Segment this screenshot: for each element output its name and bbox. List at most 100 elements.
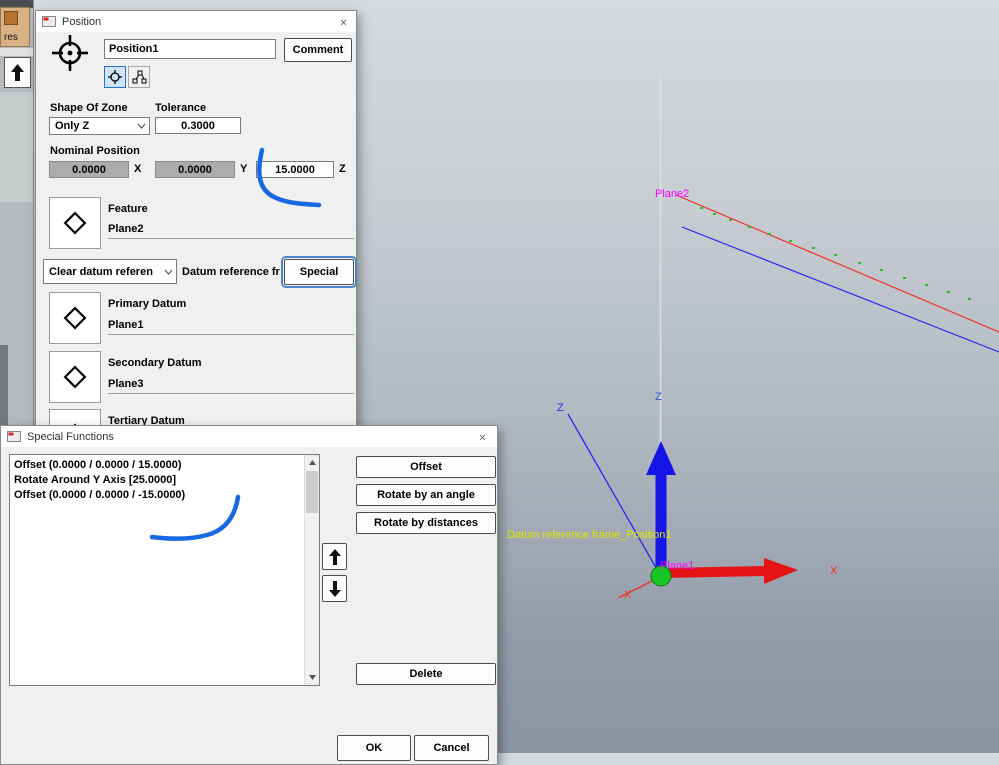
position-mode-toggle[interactable]	[104, 66, 126, 88]
chevron-down-icon	[137, 123, 146, 129]
list-item[interactable]: Rotate Around Y Axis [25.0000]	[10, 473, 319, 488]
comment-button-label: Comment	[293, 44, 344, 56]
delete-button[interactable]: Delete	[356, 663, 496, 685]
nominal-x-input[interactable]: 0.0000	[49, 161, 129, 178]
features-toolbar-tab[interactable]: res	[0, 7, 30, 47]
feature-selector-box[interactable]	[49, 197, 101, 249]
special-button[interactable]: Special	[284, 259, 354, 285]
position-close-button[interactable]	[335, 14, 352, 30]
secondary-datum-label: Secondary Datum	[108, 357, 202, 369]
nominal-x-value: 0.0000	[72, 164, 106, 176]
rotate-by-distances-label: Rotate by distances	[374, 517, 478, 529]
nominal-z-input[interactable]: 15.0000	[256, 161, 334, 178]
chevron-down-icon	[164, 269, 173, 275]
delete-button-label: Delete	[409, 668, 442, 680]
axis-y-label: Y	[240, 163, 247, 175]
plane-edge-blue-line	[682, 227, 999, 352]
z-axis-arrow-head	[646, 441, 676, 475]
position-dialog-title: Position	[62, 16, 101, 28]
primary-datum-selector-box[interactable]	[49, 292, 101, 344]
list-item[interactable]: Offset (0.0000 / 0.0000 / -15.0000)	[10, 488, 319, 503]
plane-diamond-icon	[60, 208, 90, 238]
position-dialog-titlebar[interactable]: Position	[36, 11, 356, 32]
features-tab-label: res	[4, 32, 18, 43]
rotate-by-angle-label: Rotate by an angle	[377, 489, 475, 501]
move-item-up-button[interactable]	[322, 543, 347, 570]
scrollbar-up-button[interactable]	[305, 455, 319, 470]
datum-z-axis-line	[568, 414, 659, 573]
primary-datum-value[interactable]: Plane1	[108, 319, 354, 335]
up-arrow-icon	[11, 64, 24, 81]
scrollbar-thumb[interactable]	[306, 471, 318, 513]
nominal-y-input[interactable]: 0.0000	[155, 161, 235, 178]
datum-reference-dropdown-value: Clear datum referen	[49, 266, 153, 278]
mode-toggle-group	[104, 66, 150, 88]
rotate-by-distances-button[interactable]: Rotate by distances	[356, 512, 496, 534]
special-functions-dialog: Special Functions Offset (0.0000 / 0.000…	[0, 425, 498, 765]
special-button-label: Special	[300, 266, 339, 278]
tolerance-input[interactable]: 0.3000	[155, 117, 241, 134]
up-arrow-icon	[329, 549, 341, 565]
plane-top-label: Plane2	[655, 188, 689, 200]
secondary-datum-value[interactable]: Plane3	[108, 378, 354, 394]
x-axis-label-left: X	[624, 589, 632, 601]
nominal-z-value: 15.0000	[275, 164, 315, 176]
offset-button-label: Offset	[410, 461, 442, 473]
rotate-by-angle-button[interactable]: Rotate by an angle	[356, 484, 496, 506]
nominal-position-label: Nominal Position	[50, 145, 140, 157]
position-dialog: Position Position1 Comment	[35, 10, 357, 480]
secondary-datum-selector-box[interactable]	[49, 351, 101, 403]
triangle-up-icon	[309, 460, 316, 465]
rail-divider	[0, 48, 33, 56]
point-pattern-icon	[132, 70, 147, 84]
triangle-down-icon	[309, 675, 316, 680]
list-item[interactable]: Offset (0.0000 / 0.0000 / 15.0000)	[10, 455, 319, 473]
feature-name-value: Position1	[109, 43, 159, 55]
crosshair-mode-icon	[108, 70, 122, 84]
close-icon	[480, 433, 485, 442]
x-axis-arrow-head	[764, 558, 798, 584]
x-axis-label-right: X	[830, 565, 838, 577]
offset-button[interactable]: Offset	[356, 456, 496, 478]
app-window-icon	[42, 16, 56, 27]
datum-reference-dropdown[interactable]: Clear datum referen	[43, 259, 177, 284]
plane-diamond-icon	[60, 362, 90, 392]
pattern-mode-toggle[interactable]	[128, 66, 150, 88]
special-functions-close-button[interactable]	[474, 429, 491, 445]
datum-reference-frame-label: Datum reference fr	[182, 266, 282, 278]
app-window-icon	[7, 431, 21, 442]
plane-origin-label: Plane1	[660, 560, 694, 572]
shape-of-zone-dropdown[interactable]: Only Z	[49, 117, 150, 135]
feature-value[interactable]: Plane2	[108, 223, 354, 239]
transformation-listbox[interactable]: Offset (0.0000 / 0.0000 / 15.0000) Rotat…	[9, 454, 320, 686]
shape-of-zone-label: Shape Of Zone	[50, 102, 128, 114]
primary-datum-label: Primary Datum	[108, 298, 186, 310]
cancel-button-label: Cancel	[433, 742, 469, 754]
plane-edge-red-line	[676, 195, 999, 332]
listbox-scrollbar[interactable]	[304, 455, 319, 685]
down-arrow-icon	[329, 581, 341, 597]
axis-z-label: Z	[339, 163, 346, 175]
special-functions-title: Special Functions	[27, 431, 114, 443]
rail-panel-segment	[0, 92, 33, 202]
nominal-y-value: 0.0000	[178, 164, 212, 176]
cancel-button[interactable]: Cancel	[414, 735, 489, 761]
scroll-up-button[interactable]	[4, 57, 31, 88]
z-axis-label-left: Z	[557, 402, 564, 414]
axis-x-label: X	[134, 163, 141, 175]
close-icon	[341, 18, 346, 27]
z-axis-label-top: Z	[655, 391, 662, 403]
ok-button-label: OK	[366, 742, 383, 754]
rail-dark-segment	[0, 345, 8, 425]
plane-diamond-icon	[60, 303, 90, 333]
special-functions-titlebar[interactable]: Special Functions	[1, 426, 497, 447]
scrollbar-down-button[interactable]	[305, 670, 319, 685]
tolerance-value: 0.3000	[181, 120, 215, 132]
ok-button[interactable]: OK	[337, 735, 411, 761]
move-item-down-button[interactable]	[322, 575, 347, 602]
feature-name-input[interactable]: Position1	[104, 39, 276, 59]
position-crosshair-icon	[51, 34, 89, 72]
comment-button[interactable]: Comment	[284, 38, 352, 62]
measurement-points	[700, 207, 971, 300]
feature-label: Feature	[108, 203, 148, 215]
